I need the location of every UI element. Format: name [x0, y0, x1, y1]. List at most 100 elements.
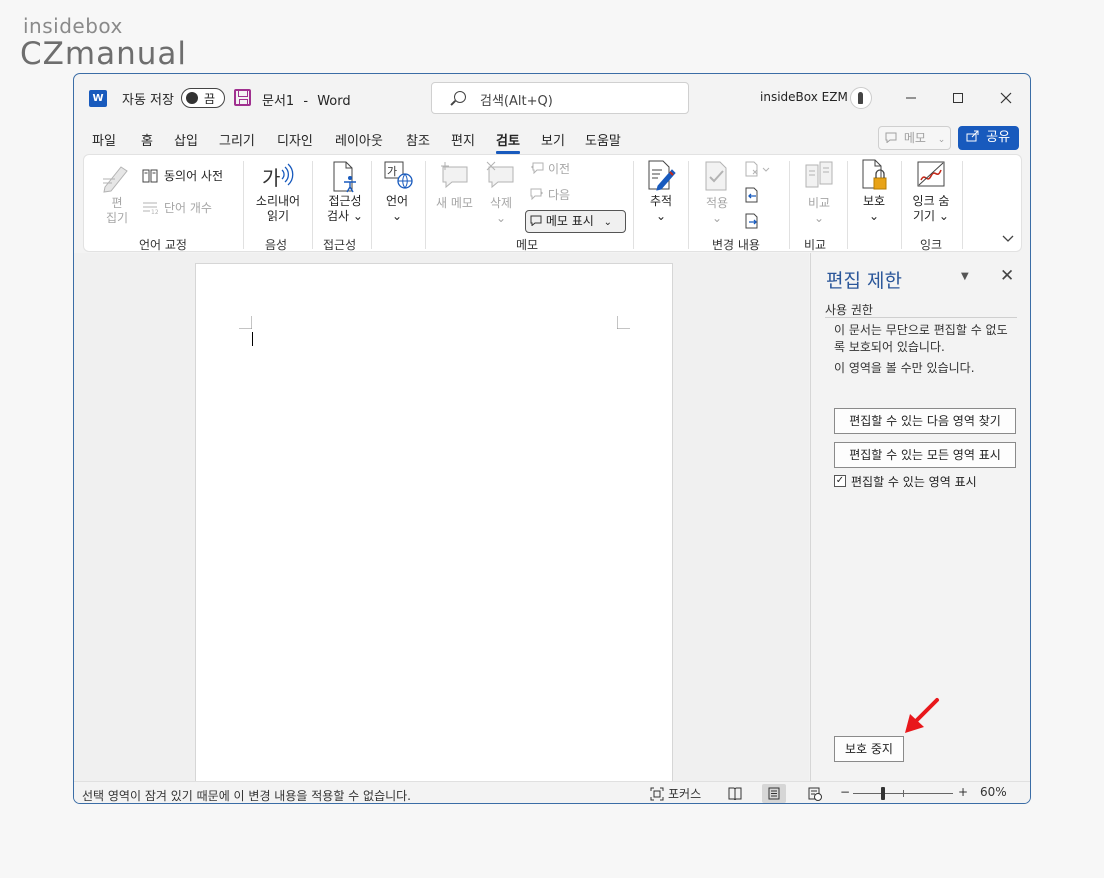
pane-divider	[825, 317, 1017, 318]
annotation-arrow-icon	[905, 698, 939, 733]
tab-help[interactable]: 도움말	[585, 130, 621, 149]
tab-layout[interactable]: 레이아웃	[335, 130, 383, 149]
accept-change-icon	[705, 161, 727, 191]
web-layout-icon[interactable]	[808, 787, 822, 801]
word-count-icon: 123	[143, 202, 158, 215]
compare-label: 비교	[807, 196, 831, 210]
chevron-down-icon: ⌄	[711, 211, 723, 225]
avatar[interactable]	[850, 87, 872, 109]
word-window: W 자동 저장 끔 문서1 - Word 검색(Alt+Q) insideBox…	[73, 73, 1031, 804]
tab-review[interactable]: 검토	[496, 130, 520, 154]
hide-ink-label-1: 잉크 숨	[912, 194, 950, 208]
pane-options-icon[interactable]: ▼	[961, 271, 969, 282]
hide-ink-button[interactable]: 잉크 숨 기기 ⌄	[906, 194, 956, 224]
track-changes-button[interactable]: 추적 ⌄	[644, 194, 678, 224]
tab-draw[interactable]: 그리기	[219, 130, 255, 149]
print-layout-button[interactable]	[762, 784, 786, 803]
accessibility-label-1: 접근성	[328, 194, 362, 208]
collapse-ribbon-icon[interactable]	[1002, 234, 1014, 244]
tab-view[interactable]: 보기	[541, 130, 565, 149]
track-changes-icon	[648, 160, 676, 191]
read-aloud-label-1: 소리내어	[255, 194, 301, 208]
status-message: 선택 영역이 잠겨 있기 때문에 이 변경 내용을 적용할 수 없습니다.	[82, 789, 412, 803]
zoom-slider[interactable]	[853, 787, 953, 800]
tab-insert[interactable]: 삽입	[174, 130, 198, 149]
document-title: 문서1 - Word	[262, 90, 351, 109]
title-separator: -	[303, 94, 309, 109]
maximize-icon[interactable]	[943, 86, 973, 110]
brand-line-2: CZmanual	[20, 36, 187, 72]
group-separator	[633, 161, 634, 249]
comments-button[interactable]: 메모 ⌄	[878, 126, 951, 150]
find-next-region-button[interactable]: 편집할 수 있는 다음 영역 찾기	[834, 408, 1016, 434]
group-label-compare: 비교	[804, 238, 827, 252]
document-page[interactable]	[195, 263, 673, 793]
pane-close-icon[interactable]: ✕	[1000, 266, 1014, 286]
delete-label: 삭제	[489, 196, 513, 210]
autosave-toggle[interactable]: 끔	[181, 88, 225, 108]
protect-lock-icon	[862, 159, 887, 190]
tab-references[interactable]: 참조	[406, 130, 430, 149]
crop-mark-top-left	[239, 316, 252, 329]
group-separator	[962, 161, 963, 249]
delete-comment-button: 삭제 ⌄	[485, 196, 517, 226]
focus-button[interactable]: 포커스	[668, 785, 701, 802]
zoom-in-button[interactable]: +	[958, 785, 968, 799]
edit-button: 편 집기	[102, 196, 132, 226]
user-name[interactable]: insideBox EZM	[760, 90, 848, 104]
tab-home[interactable]: 홈	[141, 130, 153, 149]
read-aloud-button[interactable]: 소리내어 읽기	[249, 194, 307, 224]
share-button[interactable]: 공유	[958, 126, 1019, 150]
doc-name: 문서1	[262, 94, 295, 109]
save-icon[interactable]	[234, 89, 251, 106]
language-icon: 가	[384, 161, 413, 189]
search-box[interactable]: 검색(Alt+Q)	[431, 82, 689, 114]
autosave-state: 끔	[204, 92, 216, 106]
read-aloud-label-2: 읽기	[266, 209, 290, 223]
pane-description: 이 문서는 무단으로 편집할 수 없도록 보호되어 있습니다.	[834, 323, 1008, 354]
highlight-regions-label: 편집할 수 있는 영역 표시	[851, 475, 977, 489]
tab-file[interactable]: 파일	[92, 130, 116, 149]
comments-label: 메모	[903, 131, 926, 145]
share-icon	[966, 130, 979, 142]
tab-mailings[interactable]: 편지	[451, 130, 475, 149]
group-label-comments: 메모	[516, 238, 539, 252]
crop-mark-top-right	[617, 316, 630, 329]
hide-ink-icon	[917, 161, 945, 187]
show-all-regions-button[interactable]: 편집할 수 있는 모든 영역 표시	[834, 442, 1016, 468]
chevron-down-icon: ⌄	[868, 209, 880, 223]
protect-label: 보호	[862, 194, 886, 208]
zoom-level[interactable]: 60%	[980, 785, 1007, 799]
language-button[interactable]: 언어 ⌄	[377, 194, 417, 224]
ribbon: 편 집기 동의어 사전 123 단어 개수 언어 교정 가 소리내어 읽기 음성…	[83, 154, 1022, 252]
book-icon	[142, 169, 158, 183]
protect-button[interactable]: 보호 ⌄	[856, 194, 892, 224]
zoom-slider-thumb[interactable]	[881, 787, 885, 800]
group-label-speech: 음성	[265, 238, 288, 252]
thesaurus-button[interactable]: 동의어 사전	[164, 169, 223, 184]
pane-title: 편집 제한	[826, 270, 902, 292]
minimize-icon[interactable]	[896, 86, 926, 110]
tab-design[interactable]: 디자인	[277, 130, 313, 149]
accept-label: 적용	[705, 196, 729, 210]
close-icon[interactable]	[991, 86, 1021, 110]
zoom-out-button[interactable]: −	[840, 785, 850, 799]
read-mode-icon[interactable]	[728, 787, 742, 800]
group-separator	[688, 161, 689, 249]
language-label: 언어	[385, 194, 409, 208]
pane-note: 이 영역을 볼 수만 있습니다.	[834, 361, 975, 375]
previous-comment-button: 이전	[548, 162, 571, 176]
accessibility-check-button[interactable]: 접근성 검사 ⌄	[317, 194, 373, 224]
show-comments-button[interactable]: 메모 표시 ⌄	[525, 210, 626, 233]
group-label-accessibility: 접근성	[323, 238, 357, 252]
highlight-regions-checkbox[interactable]: ✓	[834, 475, 846, 487]
chevron-down-icon: ⌄	[813, 211, 825, 225]
group-separator	[847, 161, 848, 249]
share-label: 공유	[986, 130, 1011, 145]
title-bar: W 자동 저장 끔 문서1 - Word 검색(Alt+Q) insideBox…	[74, 74, 1030, 124]
edit-label-1: 편	[111, 196, 123, 210]
document-area	[74, 253, 809, 793]
comment-icon	[885, 132, 897, 144]
comment-icon	[530, 215, 542, 227]
delete-comment-icon	[486, 161, 514, 189]
